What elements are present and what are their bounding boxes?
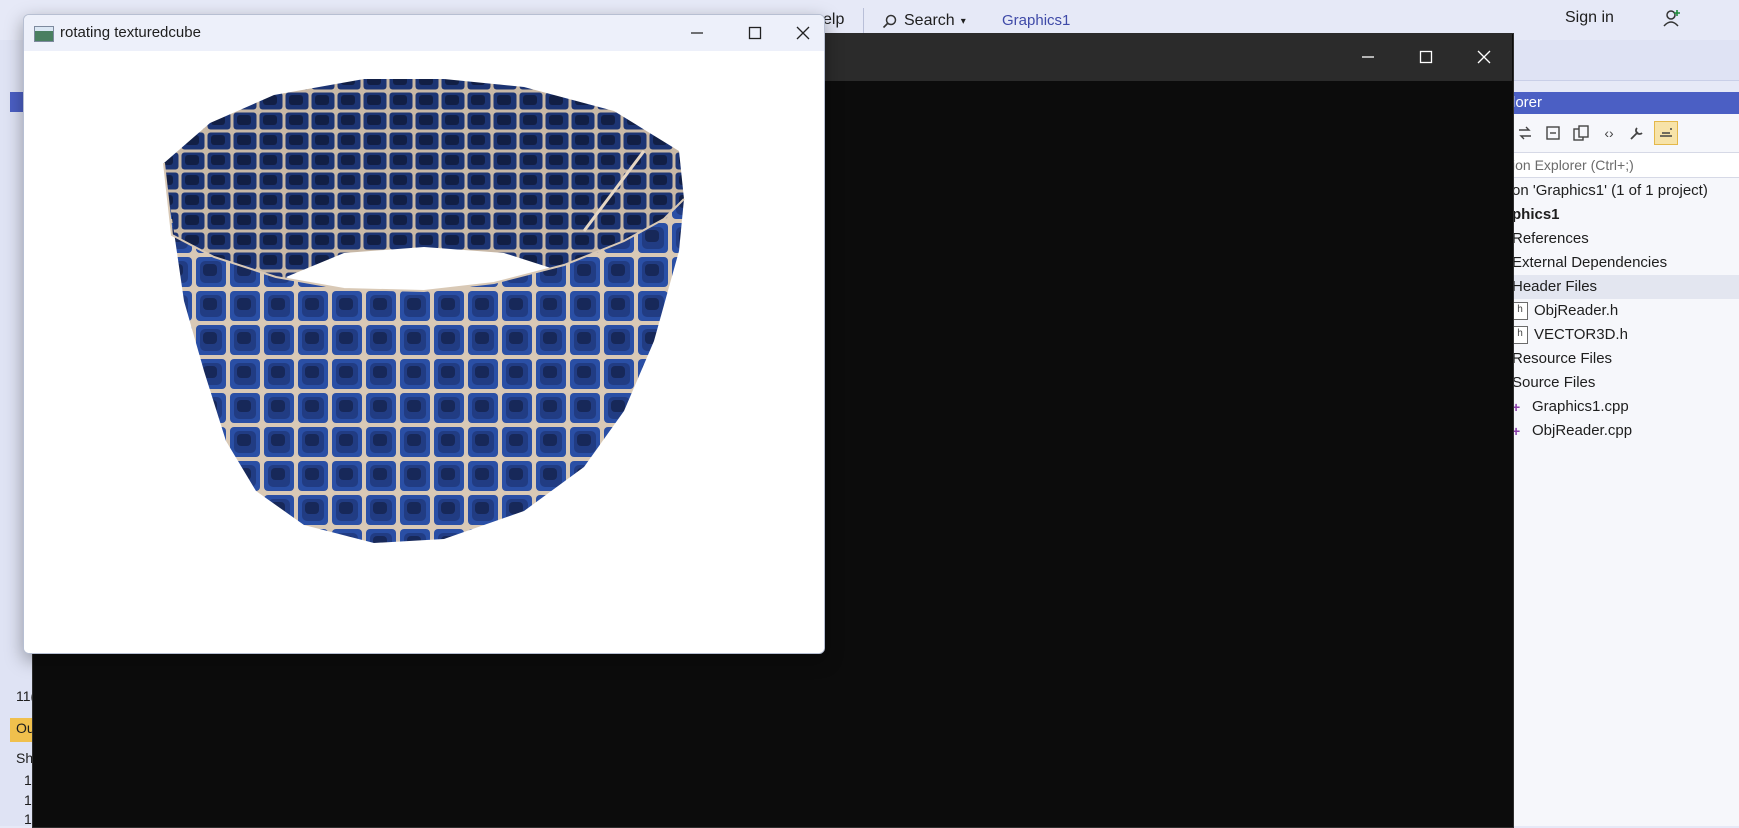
resource-files-node[interactable]: Resource Files (1512, 347, 1739, 371)
header-file-icon: h (1512, 302, 1528, 320)
opengl-window[interactable]: rotating texturedcube (23, 14, 825, 654)
sign-in-link[interactable]: Sign in (1565, 9, 1614, 27)
gl-window-title: rotating texturedcube (60, 24, 201, 41)
solution-explorer-title: lorer (1512, 94, 1543, 111)
file-label: Graphics1.cpp (1532, 398, 1629, 415)
solution-name: Graphics1 (1002, 12, 1071, 29)
output-line: 1 (24, 811, 32, 827)
solution-explorer-header (1512, 92, 1739, 114)
close-icon (1477, 50, 1491, 64)
output-show-label: Sh (16, 750, 34, 766)
show-all-files-icon[interactable] (1570, 122, 1592, 144)
references-node[interactable]: References (1512, 227, 1739, 251)
menu-help[interactable]: elp (823, 11, 844, 29)
search-button[interactable]: Search ▾ (882, 9, 966, 33)
render-canvas[interactable] (24, 51, 824, 653)
maximize-icon (748, 26, 762, 40)
file-label: ObjReader.cpp (1532, 422, 1633, 439)
search-icon (882, 14, 897, 29)
header-file-icon: h (1512, 326, 1528, 344)
cpp-file-icon: + (1512, 399, 1521, 415)
solution-node[interactable]: on 'Graphics1' (1 of 1 project) (1512, 179, 1739, 203)
file-graphics1-cpp[interactable]: + Graphics1.cpp (1512, 395, 1739, 419)
output-line: 1 (24, 772, 32, 788)
maximize-icon (1419, 50, 1433, 64)
file-objreader-h[interactable]: h ObjReader.h (1512, 299, 1739, 323)
code-view-icon[interactable]: ‹› (1598, 122, 1620, 144)
collapse-all-icon[interactable] (1542, 122, 1564, 144)
close-icon (796, 26, 810, 40)
file-label: VECTOR3D.h (1534, 326, 1628, 343)
account-icon[interactable] (1662, 8, 1682, 28)
file-vector3d-h[interactable]: h VECTOR3D.h (1512, 323, 1739, 347)
toolbar-separator (863, 8, 864, 34)
app-icon (34, 26, 54, 42)
solution-explorer-search[interactable]: ion Explorer (Ctrl+;) (1512, 152, 1739, 178)
gl-minimize-button[interactable] (674, 18, 720, 48)
console-maximize-button[interactable] (1403, 42, 1449, 72)
minimize-icon (691, 32, 703, 34)
header-files-node[interactable]: Header Files (1512, 275, 1739, 299)
chevron-down-icon: ▾ (960, 15, 966, 27)
sync-icon[interactable] (1514, 122, 1536, 144)
gl-maximize-button[interactable] (732, 18, 778, 48)
properties-icon[interactable] (1626, 122, 1648, 144)
preview-selected-icon[interactable] (1654, 121, 1678, 145)
file-label: ObjReader.h (1534, 302, 1619, 319)
cpp-file-icon: + (1512, 423, 1521, 439)
textured-cylinder-render (163, 79, 685, 543)
search-label: Search (904, 12, 955, 29)
gl-close-button[interactable] (780, 18, 824, 48)
project-node[interactable]: phics1 (1512, 203, 1739, 227)
minimize-icon (1362, 56, 1374, 58)
console-minimize-button[interactable] (1345, 42, 1391, 72)
output-line: 1 (24, 792, 32, 808)
external-dependencies-node[interactable]: External Dependencies (1512, 251, 1739, 275)
file-objreader-cpp[interactable]: + ObjReader.cpp (1512, 419, 1739, 443)
console-close-button[interactable] (1461, 42, 1507, 72)
source-files-node[interactable]: Source Files (1512, 371, 1739, 395)
solution-explorer-toolbar: ‹› (1512, 116, 1739, 150)
